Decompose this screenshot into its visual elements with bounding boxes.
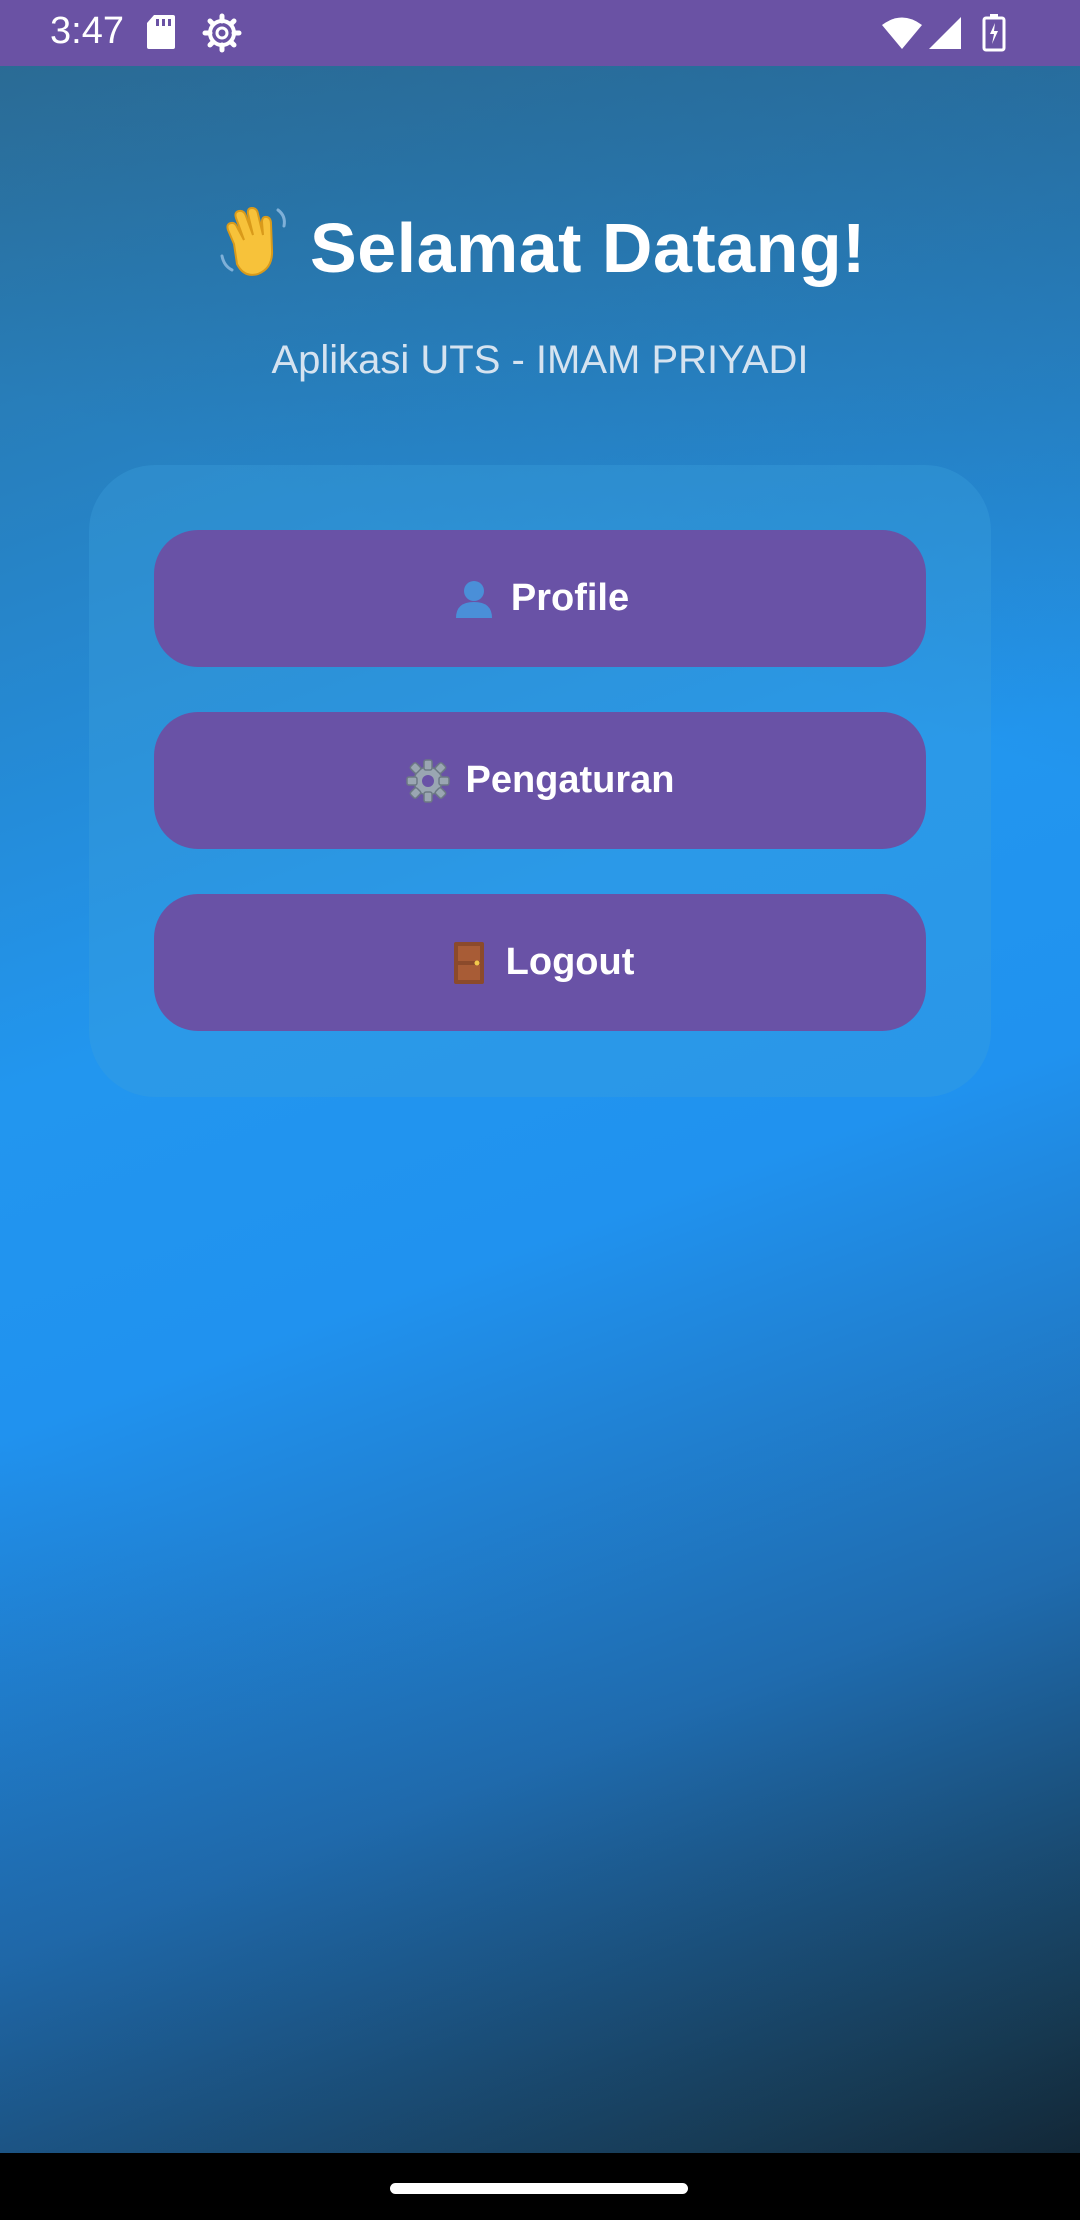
menu-card: Profile Pengaturan Logout xyxy=(89,465,991,1097)
person-icon xyxy=(451,576,497,622)
waving-hand-icon xyxy=(214,200,296,298)
logout-button[interactable]: Logout xyxy=(154,894,926,1031)
page-title: Selamat Datang! xyxy=(0,200,1080,298)
battery-icon xyxy=(982,14,1006,57)
home-gesture-handle[interactable] xyxy=(390,2183,688,2194)
settings-button-label: Pengaturan xyxy=(465,759,675,801)
profile-button[interactable]: Profile xyxy=(154,530,926,667)
sd-card-icon xyxy=(146,14,176,55)
gear-notification-icon xyxy=(202,13,242,58)
welcome-header: Selamat Datang! Aplikasi UTS - IMAM PRIY… xyxy=(0,200,1080,383)
page-subtitle: Aplikasi UTS - IMAM PRIYADI xyxy=(271,338,809,382)
door-icon xyxy=(446,940,492,986)
status-time: 3:47 xyxy=(50,10,124,52)
status-bar: 3:47 xyxy=(0,0,1080,66)
wifi-icon xyxy=(880,16,924,55)
logout-button-label: Logout xyxy=(505,941,635,983)
title-text: Selamat Datang! xyxy=(310,209,866,287)
app-screen: 3:47 Selamat Datang! Aplikasi UTS - IMAM… xyxy=(0,0,1080,2220)
profile-button-label: Profile xyxy=(510,577,630,619)
signal-icon xyxy=(928,16,962,55)
navigation-bar xyxy=(0,2153,1080,2220)
settings-button[interactable]: Pengaturan xyxy=(154,712,926,849)
gear-icon xyxy=(405,758,451,804)
